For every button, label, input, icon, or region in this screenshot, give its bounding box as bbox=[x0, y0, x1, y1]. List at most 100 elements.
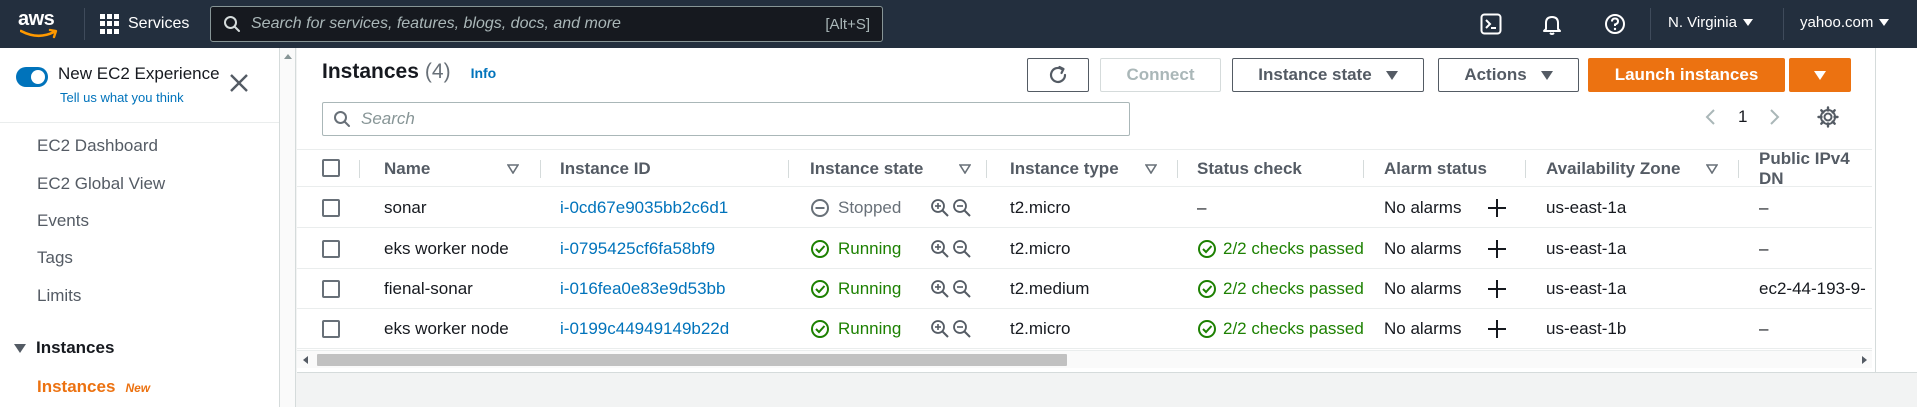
instance-id-link[interactable]: i-0cd67e9035bb2c6d1 bbox=[560, 188, 728, 228]
sort-icon[interactable] bbox=[1706, 164, 1718, 174]
region-label: N. Virginia bbox=[1668, 14, 1737, 31]
instance-id-link[interactable]: i-0795425cf6fa58bf9 bbox=[560, 229, 715, 269]
row-checkbox[interactable] bbox=[322, 240, 340, 258]
public-ipv4: – bbox=[1759, 319, 1769, 338]
scroll-left-icon[interactable] bbox=[303, 356, 308, 364]
gear-icon[interactable] bbox=[1817, 106, 1840, 128]
global-search-bar[interactable]: [Alt+S] bbox=[210, 6, 883, 42]
actions-dropdown[interactable]: Actions bbox=[1438, 58, 1579, 92]
table-row[interactable]: eks worker node i-0199c44949149b22d Runn… bbox=[297, 309, 1872, 349]
row-checkbox[interactable] bbox=[322, 199, 340, 217]
column-separator bbox=[1177, 160, 1178, 178]
row-checkbox[interactable] bbox=[322, 320, 340, 338]
close-icon[interactable] bbox=[228, 72, 250, 94]
page-number[interactable]: 1 bbox=[1738, 107, 1747, 127]
column-header-alarm-status[interactable]: Alarm status bbox=[1384, 150, 1487, 188]
info-link[interactable]: Info bbox=[471, 65, 497, 81]
instances-search-bar[interactable] bbox=[322, 102, 1130, 136]
sidebar-item-limits[interactable]: Limits bbox=[37, 286, 81, 306]
column-header-status-check[interactable]: Status check bbox=[1197, 150, 1302, 188]
zoom-in-icon[interactable] bbox=[930, 319, 950, 339]
launch-instances-button[interactable]: Launch instances bbox=[1588, 58, 1785, 92]
add-alarm-button[interactable] bbox=[1487, 269, 1507, 309]
add-alarm-button[interactable] bbox=[1487, 188, 1507, 228]
table-row[interactable]: eks worker node i-0795425cf6fa58bf9 Runn… bbox=[297, 229, 1872, 269]
sidebar: New EC2 Experience Tell us what you thin… bbox=[0, 48, 280, 407]
sidebar-item-ec2-dashboard[interactable]: EC2 Dashboard bbox=[37, 136, 158, 156]
instance-id-link[interactable]: i-0199c44949149b22d bbox=[560, 309, 729, 349]
account-menu[interactable]: yahoo.com bbox=[1800, 14, 1890, 31]
aws-logo[interactable]: aws bbox=[18, 8, 62, 40]
zoom-in-icon[interactable] bbox=[930, 279, 950, 299]
public-ipv4: – bbox=[1759, 239, 1769, 258]
instance-state-label: Running bbox=[838, 239, 902, 258]
cloudshell-icon[interactable] bbox=[1479, 12, 1503, 36]
check-circle-icon bbox=[1198, 280, 1216, 298]
table-horizontal-scrollbar[interactable] bbox=[297, 350, 1872, 368]
column-separator bbox=[788, 160, 789, 178]
instance-type: t2.micro bbox=[1010, 239, 1071, 258]
status-check-cell: 2/2 checks passed bbox=[1197, 229, 1364, 269]
aws-smile-icon bbox=[20, 28, 58, 39]
row-checkbox[interactable] bbox=[322, 280, 340, 298]
launch-options-dropdown[interactable] bbox=[1789, 58, 1851, 92]
alarm-status: No alarms bbox=[1384, 319, 1462, 338]
column-header-availability-zone[interactable]: Availability Zone bbox=[1546, 150, 1680, 188]
instances-search-input[interactable] bbox=[361, 109, 1129, 129]
sidebar-item-instances[interactable]: Instances New bbox=[37, 377, 150, 397]
region-selector[interactable]: N. Virginia bbox=[1668, 14, 1753, 31]
connect-button[interactable]: Connect bbox=[1100, 58, 1221, 92]
column-header-instance-type[interactable]: Instance type bbox=[1010, 150, 1119, 188]
sidebar-divider bbox=[0, 122, 279, 123]
zoom-out-icon[interactable] bbox=[952, 198, 972, 218]
sort-icon[interactable] bbox=[1145, 164, 1157, 174]
column-header-name[interactable]: Name bbox=[384, 150, 430, 188]
scrollbar-thumb[interactable] bbox=[317, 354, 1067, 366]
instance-type: t2.micro bbox=[1010, 319, 1071, 338]
services-menu-button[interactable]: Services bbox=[100, 10, 189, 38]
scroll-right-icon[interactable] bbox=[1862, 356, 1867, 364]
bell-icon[interactable] bbox=[1540, 12, 1564, 36]
column-header-public-ipv4[interactable]: Public IPv4 DN bbox=[1759, 149, 1872, 188]
column-zone-label: Availability Zone bbox=[1546, 159, 1681, 178]
zoom-out-icon[interactable] bbox=[952, 319, 972, 339]
zoom-out-icon[interactable] bbox=[952, 279, 972, 299]
sort-icon[interactable] bbox=[507, 164, 519, 174]
sidebar-item-ec2-global-view[interactable]: EC2 Global View bbox=[37, 174, 165, 194]
plus-icon bbox=[1487, 319, 1507, 339]
sidebar-section-instances[interactable]: Instances bbox=[14, 338, 114, 358]
global-search-input[interactable] bbox=[251, 15, 826, 33]
instance-name: eks worker node bbox=[384, 239, 509, 258]
refresh-icon bbox=[1049, 65, 1067, 84]
table-row[interactable]: sonar i-0cd67e9035bb2c6d1 Stopped t2.mic… bbox=[297, 188, 1872, 228]
column-header-instance-id[interactable]: Instance ID bbox=[560, 150, 651, 188]
sidebar-item-events[interactable]: Events bbox=[37, 211, 89, 231]
select-all-checkbox[interactable] bbox=[322, 159, 340, 177]
sidebar-scrollbar[interactable] bbox=[280, 48, 296, 407]
zoom-out-icon[interactable] bbox=[952, 239, 972, 259]
availability-zone: us-east-1a bbox=[1546, 239, 1627, 258]
expand-caret-icon bbox=[14, 343, 26, 353]
chevron-left-icon[interactable] bbox=[1704, 108, 1716, 126]
zoom-in-icon[interactable] bbox=[930, 198, 950, 218]
add-alarm-button[interactable] bbox=[1487, 309, 1507, 349]
add-alarm-button[interactable] bbox=[1487, 229, 1507, 269]
sidebar-item-tags[interactable]: Tags bbox=[37, 248, 73, 268]
help-icon[interactable] bbox=[1603, 12, 1627, 36]
instance-id-link[interactable]: i-016fea0e83e9d53bb bbox=[560, 269, 725, 309]
instance-state-cell: Stopped bbox=[810, 188, 901, 228]
services-label: Services bbox=[128, 15, 190, 32]
check-circle-icon bbox=[811, 320, 829, 338]
table-row[interactable]: fienal-sonar i-016fea0e83e9d53bb Running… bbox=[297, 269, 1872, 309]
sort-icon[interactable] bbox=[959, 164, 971, 174]
status-check-label: 2/2 checks passed bbox=[1223, 239, 1364, 258]
instance-state-dropdown[interactable]: Instance state bbox=[1232, 58, 1424, 92]
zoom-in-icon[interactable] bbox=[930, 239, 950, 259]
feedback-link[interactable]: Tell us what you think bbox=[60, 90, 184, 105]
page-title: Instances (4) Info bbox=[322, 60, 496, 84]
sidebar-active-label: Instances bbox=[37, 377, 116, 396]
refresh-button[interactable] bbox=[1027, 58, 1089, 92]
column-header-instance-state[interactable]: Instance state bbox=[810, 150, 923, 188]
chevron-right-icon[interactable] bbox=[1769, 108, 1781, 126]
new-experience-toggle[interactable] bbox=[16, 67, 48, 87]
